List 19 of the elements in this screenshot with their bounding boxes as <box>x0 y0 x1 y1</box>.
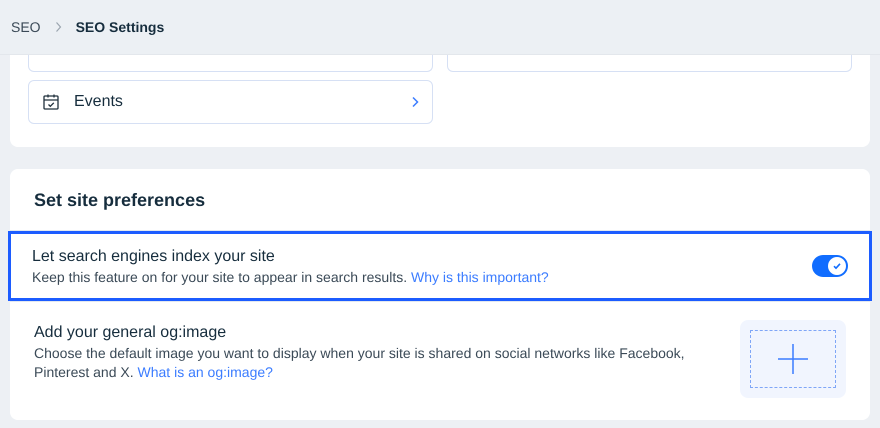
plus-icon <box>777 343 809 375</box>
page-link[interactable] <box>28 55 433 72</box>
help-link[interactable]: What is an og:image? <box>138 364 273 380</box>
help-link[interactable]: Why is this important? <box>411 268 549 284</box>
page-link[interactable] <box>447 55 852 72</box>
check-icon <box>832 261 842 271</box>
breadcrumb-item[interactable]: SEO Settings <box>76 16 164 38</box>
setting-description: Keep this feature on for your site to appear in search results. Why is this important? <box>32 268 549 286</box>
chevron-right-icon <box>411 96 419 108</box>
page-link[interactable]: Events <box>28 80 433 124</box>
toggle-switch[interactable] <box>812 255 848 277</box>
chevron-right-icon <box>54 21 62 33</box>
setting-title: Let search engines index your site <box>32 246 276 266</box>
section-title: Set site preferences <box>10 169 870 231</box>
breadcrumb-item[interactable]: SEO <box>11 16 41 38</box>
setting-title: Add your general og:image <box>34 323 228 343</box>
calendar-icon <box>42 93 60 111</box>
image-upload-button[interactable] <box>740 320 846 398</box>
setting-description: Choose the default image you want to display when your site is shared on social networks like Facebook, Pinterest and X. What is an og:image? <box>34 344 686 382</box>
